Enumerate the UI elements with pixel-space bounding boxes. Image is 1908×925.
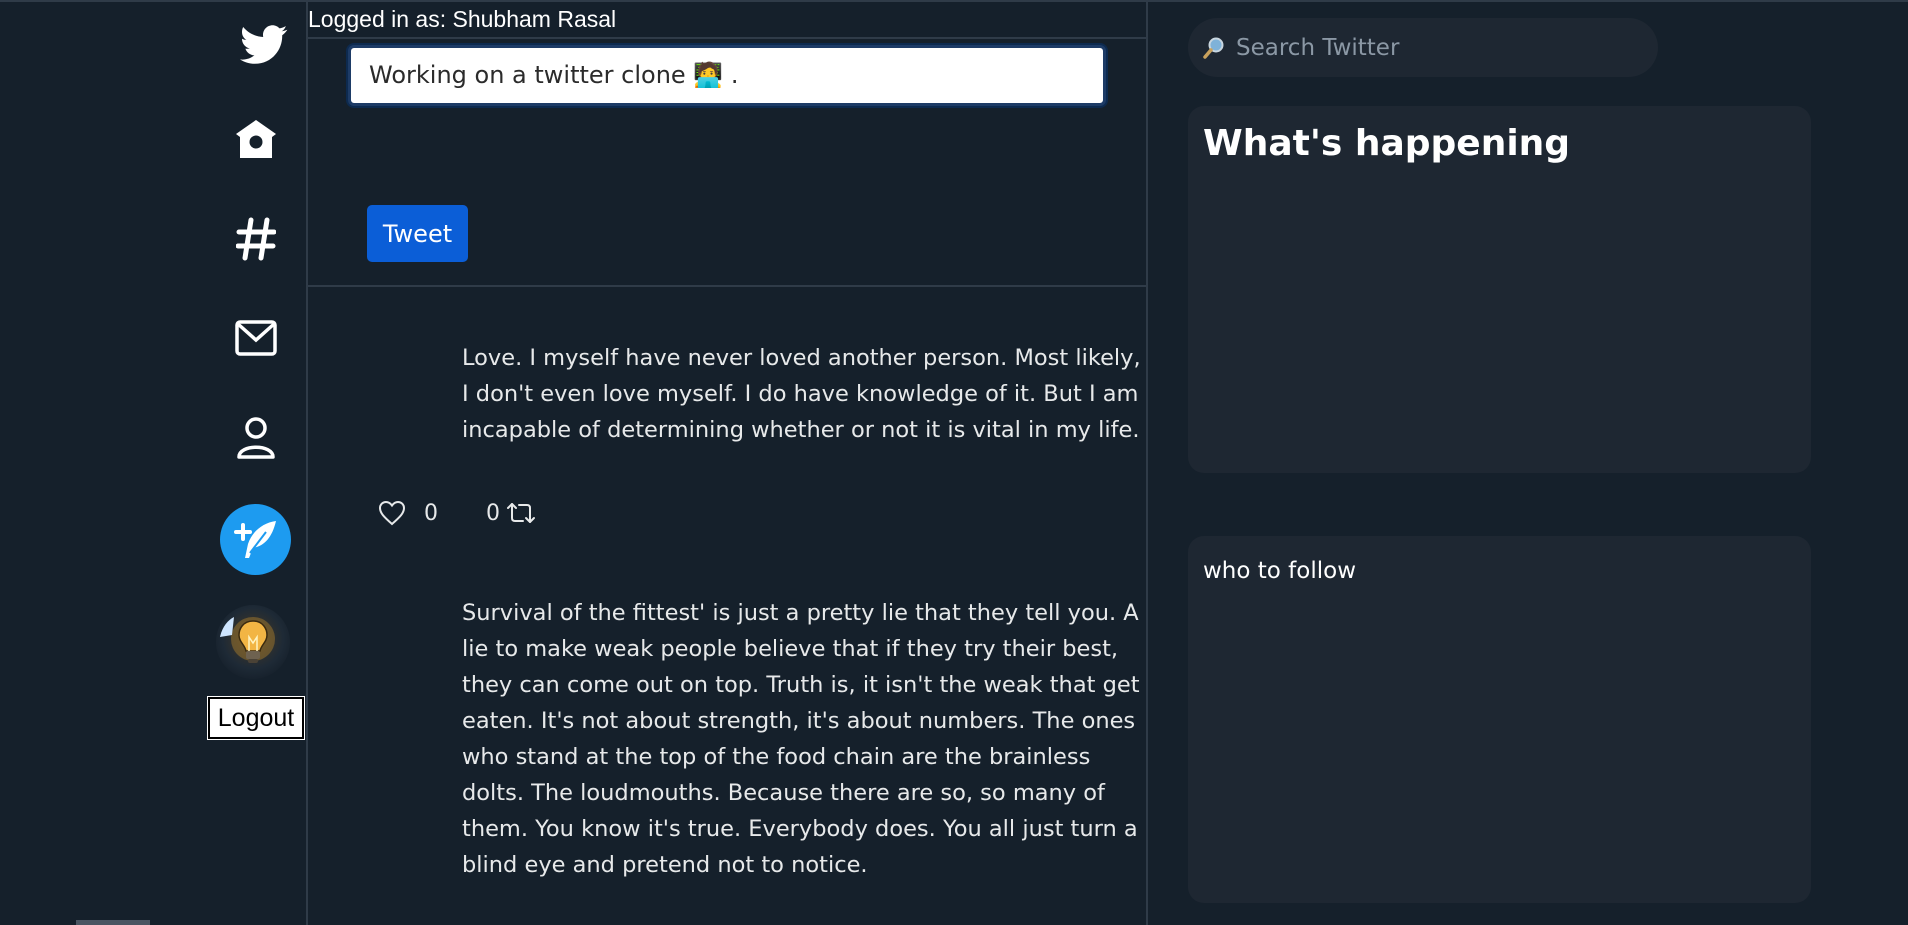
composer-divider <box>308 285 1146 287</box>
hashtag-icon[interactable] <box>230 214 282 264</box>
heart-icon <box>378 500 406 526</box>
post-text: Love. I myself have never loved another … <box>462 345 1141 443</box>
search-bar[interactable] <box>1188 18 1658 77</box>
logout-button[interactable]: Logout <box>207 696 305 740</box>
center-left-border <box>306 0 308 925</box>
home-icon[interactable] <box>230 114 282 164</box>
like-button[interactable]: 0 <box>378 500 438 526</box>
search-input[interactable] <box>1234 33 1638 62</box>
retweet-icon <box>507 503 535 523</box>
who-to-follow-card: who to follow <box>1188 536 1811 903</box>
header-divider <box>308 37 1146 39</box>
whats-happening-title: What's happening <box>1203 123 1571 164</box>
mail-icon[interactable] <box>230 313 282 363</box>
post-text: Survival of the fittest' is just a prett… <box>462 600 1140 878</box>
whats-happening-card: What's happening <box>1188 106 1811 473</box>
twitter-logo-icon[interactable] <box>236 20 292 70</box>
retweet-button[interactable]: 0 <box>486 500 536 526</box>
compose-tweet-button[interactable] <box>220 504 291 575</box>
tweet-input[interactable]: Working on a twitter clone 🧑‍💻 . <box>348 45 1106 106</box>
tweet-input-value: Working on a twitter clone 🧑‍💻 . <box>369 61 739 89</box>
tweet-button[interactable]: Tweet <box>367 205 468 262</box>
like-count: 0 <box>424 500 438 526</box>
who-to-follow-title: who to follow <box>1203 558 1357 584</box>
scrollbar-thumb[interactable] <box>76 920 150 925</box>
avatar[interactable] <box>216 605 290 679</box>
feather-plus-icon <box>233 520 276 558</box>
logged-in-status: Logged in as: Shubham Rasal <box>308 6 617 32</box>
retweet-count: 0 <box>486 500 500 526</box>
search-icon <box>1203 37 1224 59</box>
lightbulb-icon <box>220 617 275 663</box>
profile-icon[interactable] <box>230 413 282 463</box>
